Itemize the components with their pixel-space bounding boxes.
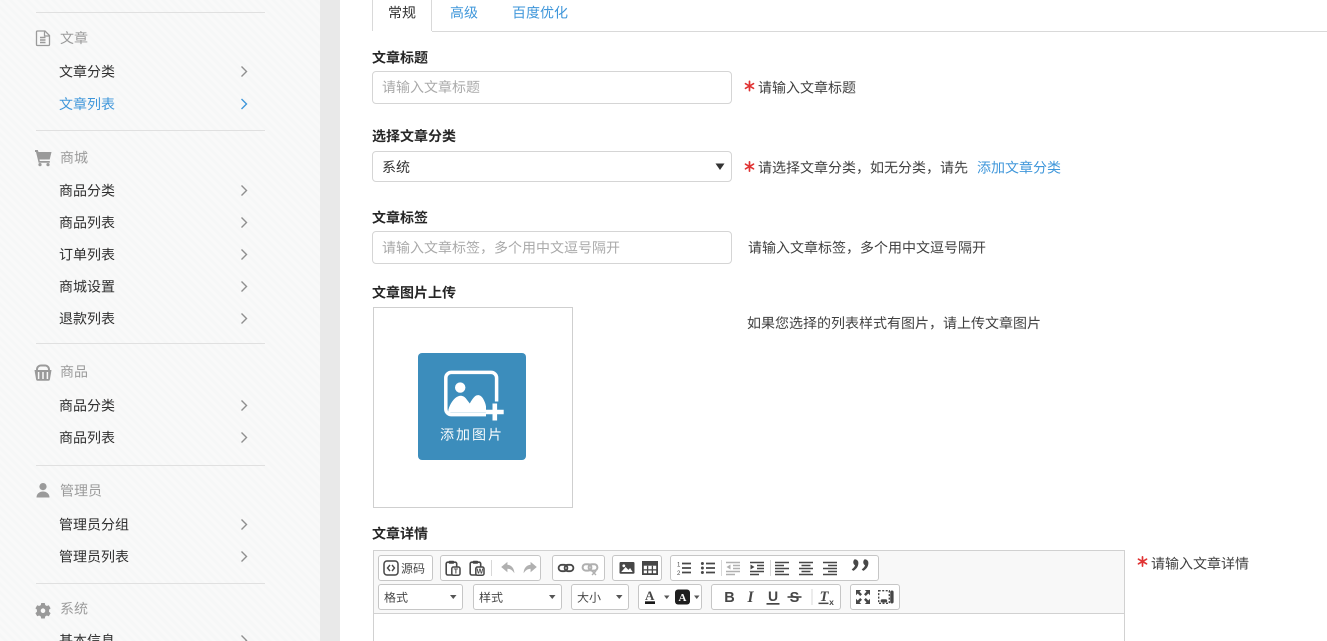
- svg-text:U: U: [768, 588, 778, 604]
- svg-text:I: I: [746, 589, 754, 606]
- svg-text:A: A: [679, 592, 687, 604]
- svg-text:1: 1: [677, 562, 681, 568]
- svg-text:W: W: [477, 569, 484, 576]
- svg-text:A: A: [645, 588, 655, 603]
- svg-text:S: S: [790, 590, 800, 606]
- svg-text:B: B: [724, 590, 734, 606]
- svg-text:2: 2: [677, 571, 681, 577]
- svg-text:T: T: [454, 569, 459, 576]
- svg-text:x: x: [829, 597, 834, 607]
